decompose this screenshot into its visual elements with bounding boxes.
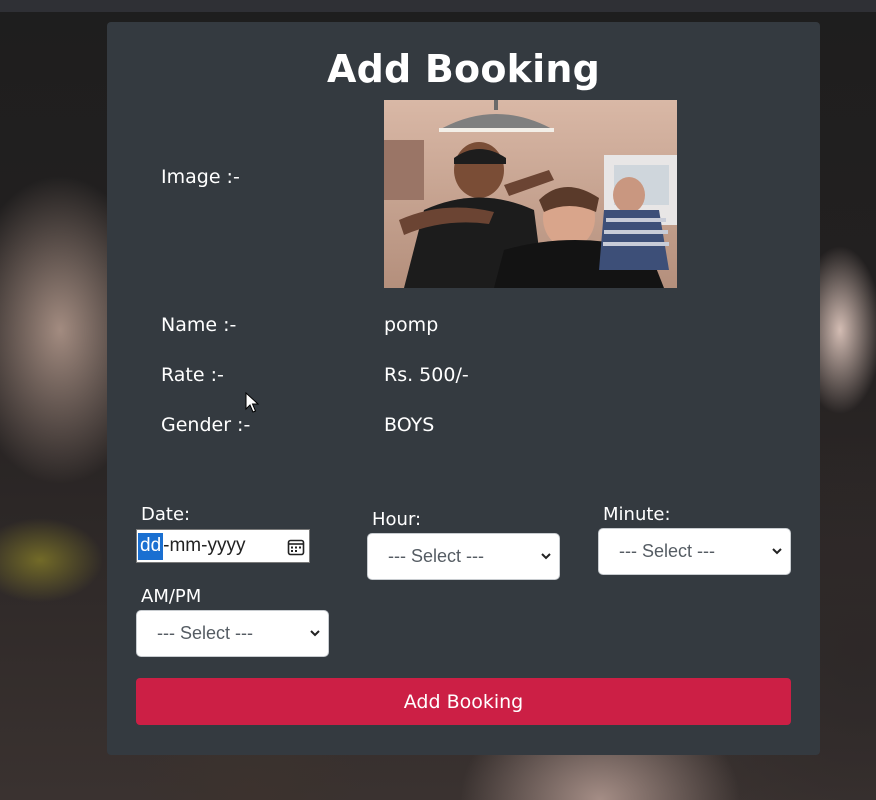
- chevron-down-icon: [310, 630, 320, 637]
- chevron-down-icon: [772, 548, 782, 555]
- ampm-label: AM/PM: [141, 586, 202, 607]
- calendar-icon[interactable]: [287, 538, 305, 556]
- name-label: Name :-: [161, 314, 237, 336]
- date-label: Date:: [141, 504, 191, 525]
- gender-label: Gender :-: [161, 414, 251, 436]
- name-value: pomp: [384, 314, 439, 336]
- date-day-segment[interactable]: dd: [138, 532, 164, 560]
- page-title: Add Booking: [327, 47, 600, 91]
- ampm-select-value: --- Select ---: [157, 623, 253, 643]
- minute-select-value: --- Select ---: [619, 541, 715, 561]
- rate-label: Rate :-: [161, 364, 224, 386]
- date-input[interactable]: dd -mm-yyyy: [136, 529, 310, 563]
- gender-value: BOYS: [384, 414, 435, 436]
- ampm-select[interactable]: --- Select ---: [136, 610, 329, 657]
- rate-value: Rs. 500/-: [384, 364, 469, 386]
- image-label: Image :-: [161, 166, 240, 188]
- minute-select[interactable]: --- Select ---: [598, 528, 791, 575]
- top-bar: [0, 0, 876, 12]
- chevron-down-icon: [541, 553, 551, 560]
- hour-label: Hour:: [372, 509, 422, 530]
- minute-label: Minute:: [603, 504, 671, 525]
- date-rest-segment[interactable]: -mm-yyyy: [163, 535, 245, 557]
- add-booking-card: Add Booking Image :- Name:- pomp Rate:…: [107, 22, 820, 755]
- hour-select-value: --- Select ---: [388, 546, 484, 566]
- hour-select[interactable]: --- Select ---: [367, 533, 560, 580]
- service-image: [384, 100, 677, 288]
- add-booking-button[interactable]: Add Booking: [136, 678, 791, 725]
- mouse-cursor-icon: [245, 392, 259, 413]
